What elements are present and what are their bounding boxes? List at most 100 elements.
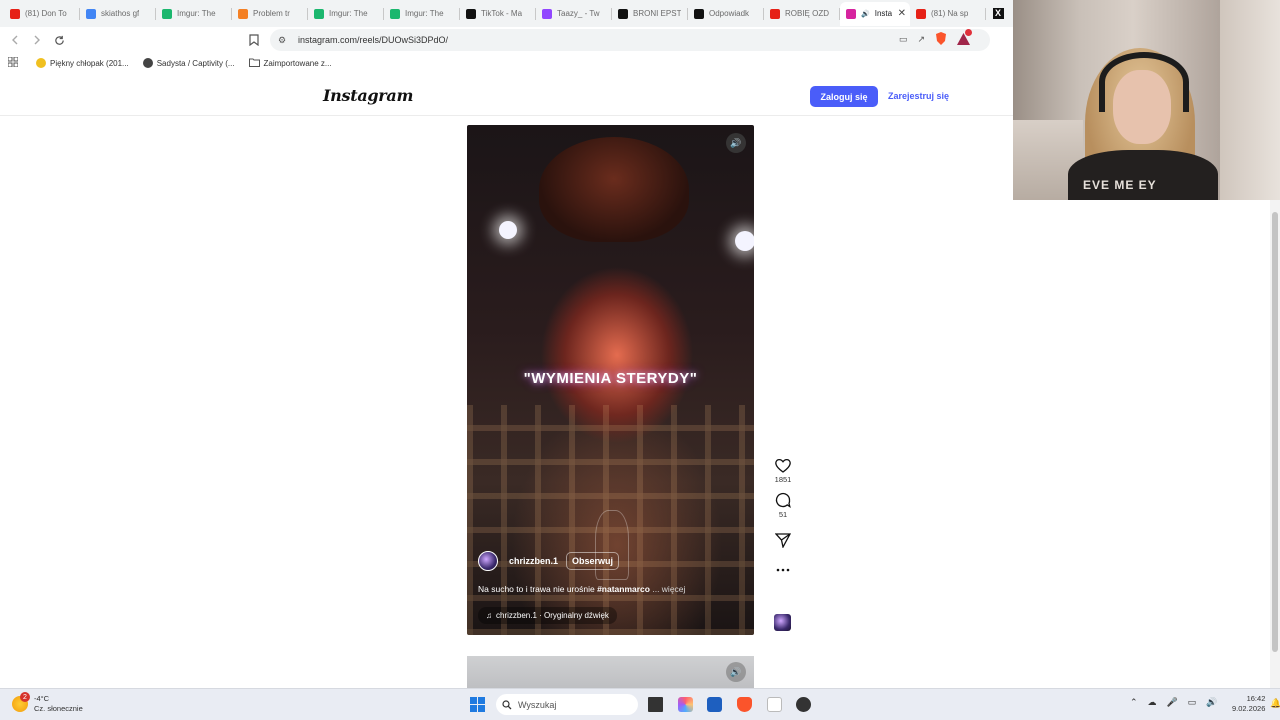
microphone-icon[interactable]: 🎤 [1167, 697, 1178, 708]
youtube-icon [916, 8, 926, 19]
login-button[interactable]: Zaloguj się [810, 86, 878, 107]
next-reel-preview[interactable]: 🔊 [467, 656, 754, 690]
tab-title: ROBIĘ OZD [785, 9, 830, 18]
forward-button[interactable] [26, 29, 48, 51]
system-tray: ⌃ ☁ 🎤 ▭ 🔊 [1130, 697, 1218, 708]
x-logo-icon: X [992, 8, 1004, 19]
start-button[interactable] [470, 697, 485, 712]
notification-badge: 2 [20, 692, 30, 702]
brave-rewards-icon[interactable] [957, 28, 972, 47]
webcam-person-body [1068, 150, 1218, 200]
folder-icon [248, 58, 260, 69]
file-app-icon[interactable] [767, 697, 782, 712]
cast-icon[interactable]: ▭ [899, 34, 908, 45]
brave-browser-icon[interactable] [737, 697, 752, 712]
volume-icon[interactable]: 🔊 [726, 133, 746, 153]
bookmark-item[interactable]: Piękny chłopak (201... [36, 58, 129, 68]
browser-tab[interactable]: Imgur: The [308, 2, 384, 26]
bookmark-folder[interactable]: Zaimportowane z... [248, 58, 332, 69]
bookmark-icon [249, 34, 259, 47]
like-button[interactable]: 1851 [775, 458, 791, 484]
emoji-icon [36, 58, 46, 68]
google-icon [86, 8, 96, 19]
back-button[interactable] [4, 29, 26, 51]
temperature: -4°C [34, 694, 50, 703]
bookmark-label: Piękny chłopak (201... [50, 58, 129, 68]
bookmark-page-button[interactable] [249, 33, 259, 51]
tab-active[interactable]: 🔊 Insta ✕ [840, 1, 910, 26]
browser-tab[interactable]: Taazy_ - Tw [536, 2, 612, 26]
browser-tab[interactable]: ROBIĘ OZD [764, 2, 840, 26]
browser-tab[interactable]: (81) Na sp [910, 2, 986, 26]
video-light [499, 221, 517, 239]
follow-button[interactable]: Obserwuj [566, 552, 620, 570]
x-twitter-tab[interactable]: X [986, 2, 1010, 26]
browser-tab[interactable]: Imgur: The [384, 2, 460, 26]
more-link[interactable]: ... więcej [650, 584, 685, 594]
navigation-bar: ⚙ instagram.com/reels/DUOwSi3DPdO/ ▭ ↗ [0, 27, 1013, 53]
back-arrow-icon [12, 35, 18, 45]
bookmark-label: Sadysta / Captivity (... [156, 58, 235, 68]
taskbar-search[interactable]: Wyszukaj [496, 694, 638, 715]
browser-tab[interactable]: BRONI EPST [612, 2, 688, 26]
reload-button[interactable] [48, 29, 70, 51]
more-options-button[interactable] [776, 568, 790, 572]
author-username[interactable]: chrizzben.1 [509, 556, 558, 566]
audio-thumbnail[interactable] [774, 614, 791, 631]
volume-icon[interactable]: 🔊 [1206, 697, 1217, 708]
bookmark-item[interactable]: Sadysta / Captivity (... [142, 58, 235, 68]
scrollbar-thumb[interactable] [1272, 212, 1278, 652]
brave-shields-icon[interactable] [935, 32, 947, 47]
browser-tab[interactable]: Problem tr [232, 2, 308, 26]
notification-bell-icon[interactable]: 🔔 [1270, 698, 1280, 709]
share-icon[interactable]: ↗ [917, 34, 925, 45]
close-tab-icon[interactable]: ✕ [898, 8, 906, 19]
video-light [735, 231, 754, 251]
audio-attribution[interactable]: ♫ chrizzben.1 · Oryginalny dźwięk [478, 607, 617, 624]
volume-icon[interactable]: 🔊 [726, 662, 746, 682]
cloud-icon[interactable]: ☁ [1148, 697, 1157, 708]
search-placeholder: Wyszukaj [518, 699, 557, 710]
send-icon [775, 533, 791, 548]
hashtag-link[interactable]: #natanmarco [597, 584, 650, 594]
share-button[interactable] [775, 533, 791, 548]
browser-tab[interactable]: (81) Don To [4, 2, 80, 26]
weather-widget[interactable]: 2 -4°C Cz. słonecznie [12, 692, 83, 714]
app-icon[interactable] [796, 697, 811, 712]
signup-link[interactable]: Zarejestruj się [888, 91, 949, 101]
site-info-icon[interactable]: ⚙ [278, 35, 290, 46]
reel-video[interactable]: 🔊 "WYMIENIA STERYDY" chrizzben.1 Obserwu… [467, 125, 754, 635]
network-icon[interactable]: ▭ [1188, 697, 1197, 708]
address-bar[interactable]: ⚙ instagram.com/reels/DUOwSi3DPdO/ ▭ ↗ [270, 28, 990, 51]
browser-tab[interactable]: Odpowiadk [688, 2, 764, 26]
avatar[interactable] [478, 551, 498, 571]
bookmark-label: Zaimportowane z... [263, 58, 332, 68]
browser-tab[interactable]: TikTok - Ma [460, 2, 536, 26]
youtube-icon [10, 8, 20, 19]
browser-tab[interactable]: skiathos gf [80, 2, 156, 26]
chevron-up-icon[interactable]: ⌃ [1130, 697, 1138, 708]
tab-title: Problem tr [253, 9, 290, 18]
task-view-icon[interactable] [648, 697, 663, 712]
instagram-icon [846, 8, 856, 19]
reel-author-row: chrizzben.1 Obserwuj [478, 551, 620, 571]
url-text: instagram.com/reels/DUOwSi3DPdO/ [298, 35, 449, 45]
tab-title: Imgur: The [177, 9, 216, 18]
comment-count: 51 [778, 510, 788, 519]
store-icon[interactable] [707, 697, 722, 712]
forward-arrow-icon [34, 35, 40, 45]
copilot-icon[interactable] [678, 697, 693, 712]
video-overlay-text: "WYMIENIA STERYDY" [523, 370, 698, 387]
imgur-icon [390, 8, 400, 19]
comment-button[interactable]: 51 [775, 492, 791, 519]
instagram-header: Instagram Zaloguj się Zarejestruj się [0, 78, 1013, 116]
instagram-logo[interactable]: Instagram [323, 86, 413, 105]
apps-grid-icon[interactable] [7, 56, 19, 69]
tiktok-icon [466, 8, 476, 19]
description-text: Na sucho to i trawa nie urośnie [478, 584, 598, 594]
clock[interactable]: 16:42 9.02.2026 [1232, 694, 1265, 714]
tab-audio-icon[interactable]: 🔊 [861, 10, 870, 18]
page-scrollbar[interactable] [1270, 200, 1280, 688]
browser-tab[interactable]: Imgur: The [156, 2, 232, 26]
tab-title: skiathos gf [101, 9, 140, 18]
